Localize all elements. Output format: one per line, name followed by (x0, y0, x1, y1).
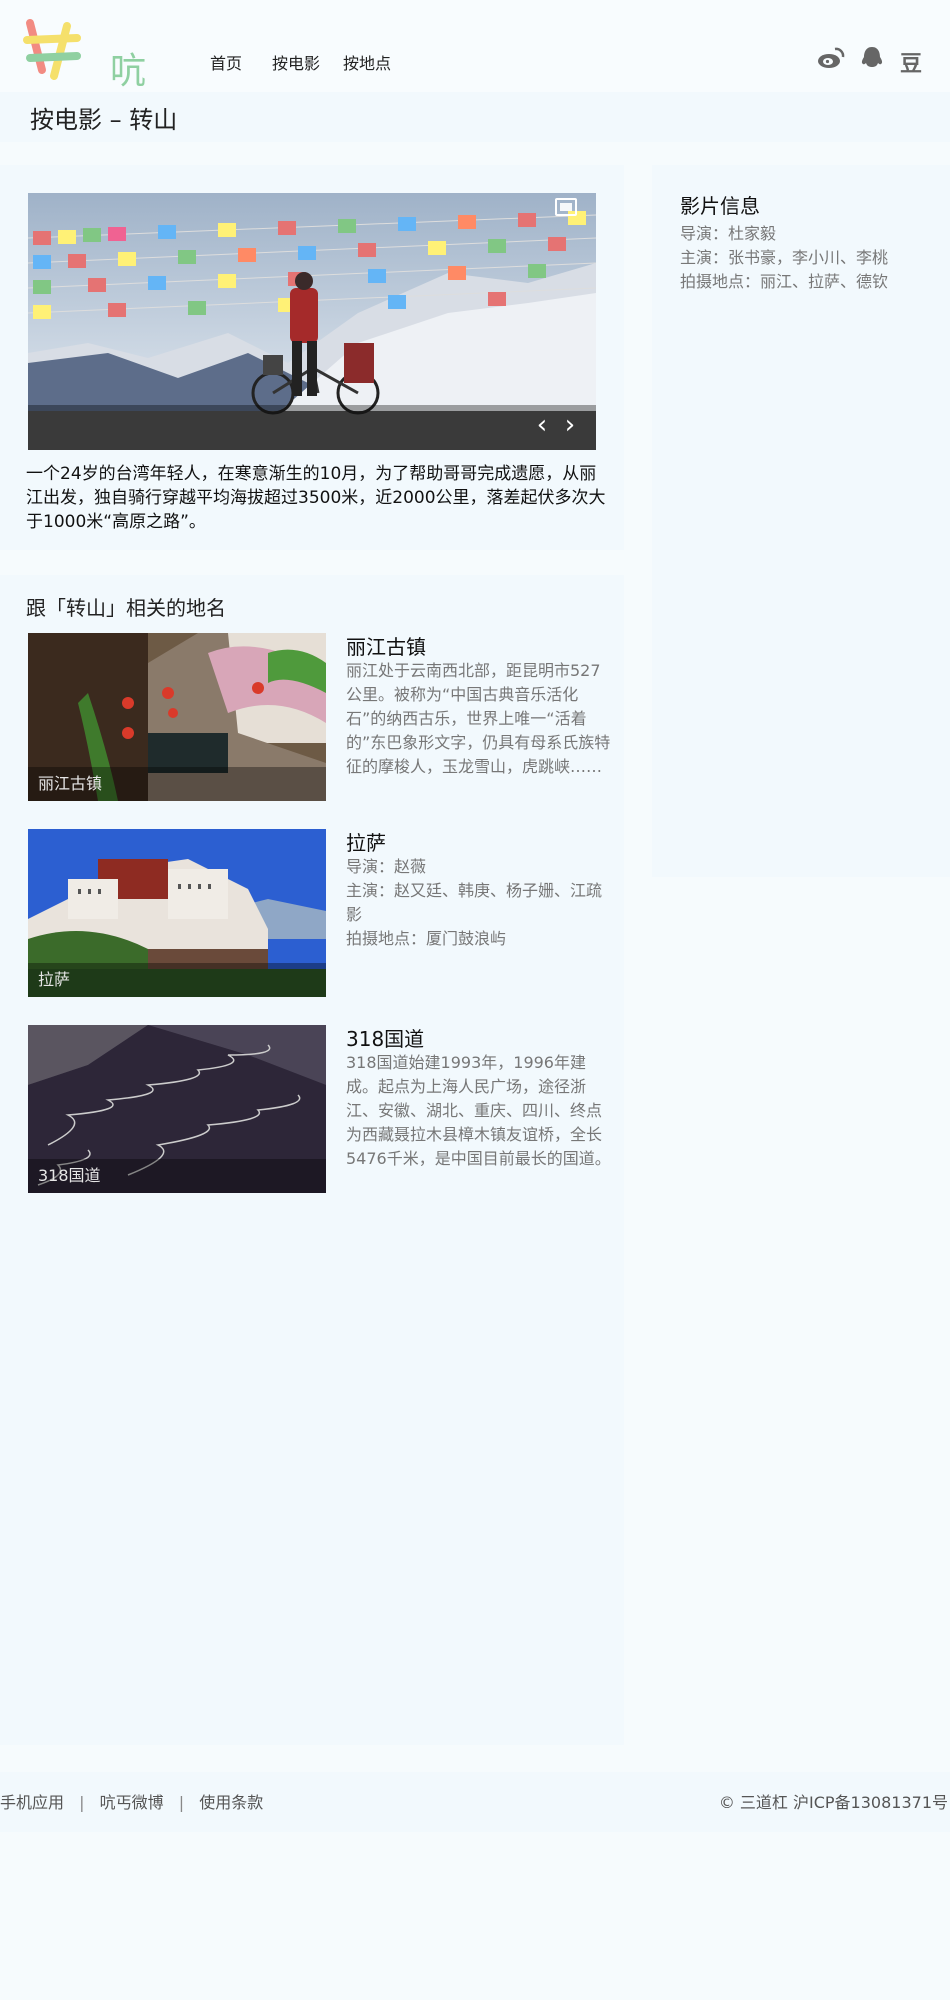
place-card[interactable]: 拉萨 拉萨 导演：赵薇 主演：赵又廷、韩庚、杨子姗、江疏影 拍摄地点：厦门鼓浪屿 (28, 829, 618, 997)
logo[interactable]: 吭丐 (22, 18, 172, 144)
page-title: 按电影 – 转山 (30, 106, 178, 134)
place-description: 318国道始建1993年，1996年建成。起点为上海人民广场，途径浙江、安徽、湖… (346, 1053, 611, 1168)
film-locations: 拍摄地点：丽江、拉萨、德钦 (680, 272, 889, 291)
place-name[interactable]: 丽江古镇 (346, 631, 426, 660)
footer-links: 手机应用 | 吭丐微博 | 使用条款 (0, 1789, 273, 1813)
thumbnail-label: 拉萨 (28, 963, 326, 997)
footer-link-mobile-app[interactable]: 手机应用 (0, 1793, 64, 1812)
thumbnail-label: 丽江古镇 (28, 767, 326, 801)
hero-caption: 一个24岁的台湾年轻人，在寒意渐生的10月，为了帮助哥哥完成遗愿，从丽江出发，独… (26, 464, 606, 532)
place-thumbnail[interactable]: 丽江古镇 (28, 633, 326, 801)
place-name[interactable]: 拉萨 (346, 827, 386, 856)
film-director: 导演：杜家毅 (680, 224, 777, 243)
nav-by-film[interactable]: 按电影 (272, 50, 320, 74)
place-description: 导演：赵薇 主演：赵又廷、韩庚、杨子姗、江疏影 拍摄地点：厦门鼓浪屿 (346, 857, 603, 948)
footer: 手机应用 | 吭丐微博 | 使用条款 © 三道杠 沪ICP备13081371号 (0, 1772, 950, 1832)
place-description: 丽江处于云南西北部，距昆明市527公里。被称为“中国古典音乐活化石”的纳西古乐，… (346, 661, 611, 776)
footer-link-terms[interactable]: 使用条款 (199, 1793, 263, 1812)
place-name[interactable]: 318国道 (346, 1023, 424, 1052)
footer-separator: | (178, 1793, 185, 1812)
page-title-bar: 按电影 – 转山 (0, 92, 950, 142)
place-card[interactable]: 丽江古镇 丽江古镇 丽江处于云南西北部，距昆明市527公里。被称为“中国古典音乐… (28, 633, 618, 801)
copyright-text: © 三道杠 沪ICP备13081371号 (718, 1793, 948, 1812)
place-thumbnail[interactable]: 拉萨 (28, 829, 326, 997)
next-arrow-icon[interactable]: › (558, 410, 582, 440)
footer-separator: | (79, 1793, 85, 1812)
top-bar: 吭丐 首页 按电影 按地点 豆 (0, 0, 950, 144)
thumbnail-label: 318国道 (28, 1159, 326, 1193)
place-card[interactable]: 318国道 318国道 318国道始建1993年，1996年建成。起点为上海人民… (28, 1025, 618, 1193)
place-thumbnail[interactable]: 318国道 (28, 1025, 326, 1193)
prev-arrow-icon[interactable]: ‹ (530, 410, 554, 440)
qq-icon[interactable] (858, 46, 886, 74)
footer-link-weibo[interactable]: 吭丐微博 (100, 1793, 164, 1812)
film-info-panel: 影片信息 导演：杜家毅 主演：张书豪，李小川、李桃 拍摄地点：丽江、拉萨、德钦 (652, 165, 950, 877)
related-places-title: 跟「转山」相关的地名 (26, 596, 226, 620)
douban-icon[interactable]: 豆 (900, 46, 922, 78)
film-info-title: 影片信息 (680, 194, 760, 218)
slider-control-bar (28, 405, 596, 450)
fullscreen-icon[interactable] (555, 198, 577, 216)
nav-by-place[interactable]: 按地点 (343, 50, 391, 74)
nav-home[interactable]: 首页 (210, 50, 242, 74)
film-cast: 主演：张书豪，李小川、李桃 (680, 248, 889, 267)
logo-mark-icon (23, 19, 81, 80)
weibo-icon[interactable] (817, 46, 845, 74)
